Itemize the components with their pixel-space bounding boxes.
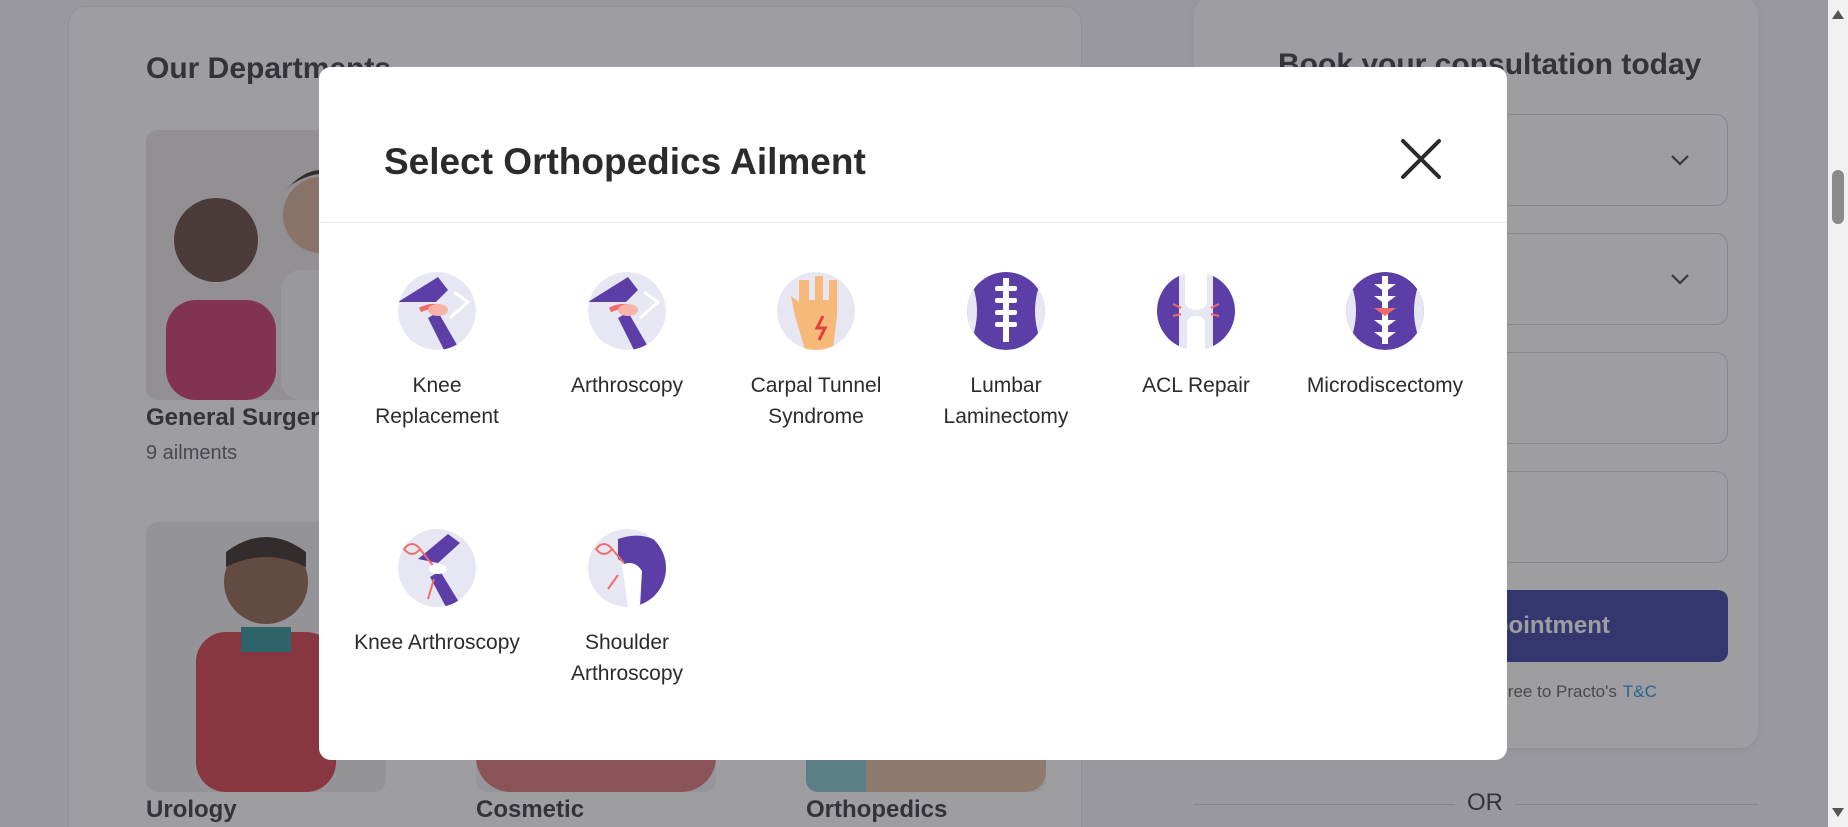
ailment-lumbar-laminectomy[interactable]: Lumbar Laminectomy [918,272,1094,432]
ailment-label: Knee Arthroscopy [354,631,520,654]
knee-replacement-icon [398,272,476,350]
scrollbar-thumb[interactable] [1832,170,1844,224]
arthroscopy-icon [588,272,666,350]
carpal-tunnel-icon [777,272,855,350]
ailment-microdiscectomy[interactable]: Microdiscectomy [1297,272,1473,401]
lumbar-laminectomy-icon [967,272,1045,350]
ailment-arthroscopy[interactable]: Arthroscopy [539,272,715,401]
scroll-down-arrow-icon[interactable] [1832,808,1844,817]
ailment-label: ACL Repair [1142,374,1250,397]
ailment-carpal-tunnel-syndrome[interactable]: Carpal Tunnel Syndrome [728,272,904,432]
ailment-label: Shoulder Arthroscopy [570,631,684,685]
ailment-acl-repair[interactable]: ACL Repair [1108,272,1284,401]
ailment-shoulder-arthroscopy[interactable]: Shoulder Arthroscopy [539,529,715,689]
ailment-modal: Select Orthopedics Ailment Knee Replacem… [319,67,1507,760]
microdiscectomy-icon [1346,272,1424,350]
ailment-knee-arthroscopy[interactable]: Knee Arthroscopy [349,529,525,658]
close-icon[interactable] [1397,135,1445,183]
knee-arthroscopy-icon [398,529,476,607]
ailment-label: Knee Replacement [375,374,499,428]
shoulder-arthroscopy-icon [588,529,666,607]
ailment-label: Microdiscectomy [1306,374,1464,397]
scroll-up-arrow-icon[interactable] [1832,10,1844,19]
page-scrollbar[interactable] [1828,0,1848,827]
ailment-label: Arthroscopy [570,374,684,397]
modal-header: Select Orthopedics Ailment [319,67,1507,223]
ailment-label: Carpal Tunnel Syndrome [750,374,882,428]
modal-title: Select Orthopedics Ailment [384,141,866,182]
ailment-knee-replacement[interactable]: Knee Replacement [349,272,525,432]
acl-repair-icon [1157,272,1235,350]
ailment-label: Lumbar Laminectomy [943,374,1069,428]
